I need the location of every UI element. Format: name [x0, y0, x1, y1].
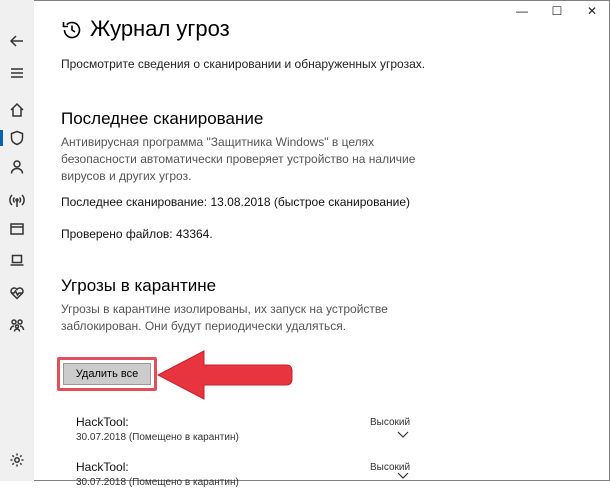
laptop-icon[interactable]	[7, 250, 27, 270]
gear-icon[interactable]	[7, 450, 27, 470]
threat-name[interactable]: HackTool:	[76, 415, 129, 429]
home-icon[interactable]	[7, 100, 27, 120]
page-subtitle: Просмотрите сведения о сканировании и об…	[61, 57, 426, 71]
threat-level: Высокий	[370, 417, 411, 428]
last-scan-date: Последнее сканирование: 13.08.2018 (быст…	[61, 195, 410, 209]
maximize-button[interactable]: ☐	[547, 4, 567, 18]
arrow-annotation	[156, 350, 293, 400]
chevron-down-icon[interactable]	[397, 472, 409, 480]
sidebar	[0, 0, 34, 481]
quarantine-description: Угрозы в карантине изолированы, их запус…	[61, 302, 388, 333]
back-arrow-icon[interactable]	[7, 31, 27, 51]
hamburger-menu-icon[interactable]	[7, 63, 27, 83]
threat-name[interactable]: HackTool:	[76, 460, 129, 474]
person-icon[interactable]	[7, 157, 27, 177]
threat-meta: 30.07.2018 (Помещено в карантин)	[76, 477, 239, 488]
chevron-down-icon[interactable]	[397, 431, 409, 439]
minimize-button[interactable]: —	[512, 4, 532, 18]
family-icon[interactable]	[7, 315, 27, 335]
active-indicator	[0, 130, 3, 146]
close-button[interactable]: ✕	[582, 4, 602, 18]
heart-icon[interactable]	[7, 283, 27, 303]
files-scanned: Проверено файлов: 43364.	[61, 227, 213, 241]
page-title: Журнал угроз	[90, 16, 230, 41]
shield-icon[interactable]	[7, 128, 27, 148]
delete-all-button[interactable]: Удалить все	[63, 363, 151, 385]
history-clock-icon	[62, 21, 81, 39]
quarantine-heading: Угрозы в карантине	[61, 276, 217, 295]
wireless-icon[interactable]	[7, 190, 27, 210]
last-scan-heading: Последнее сканирование	[61, 109, 264, 128]
app-browser-icon[interactable]	[7, 219, 27, 239]
last-scan-description: Антивирусная программа "Защитника Window…	[61, 135, 416, 183]
threat-meta: 30.07.2018 (Помещено в карантин)	[76, 432, 239, 443]
